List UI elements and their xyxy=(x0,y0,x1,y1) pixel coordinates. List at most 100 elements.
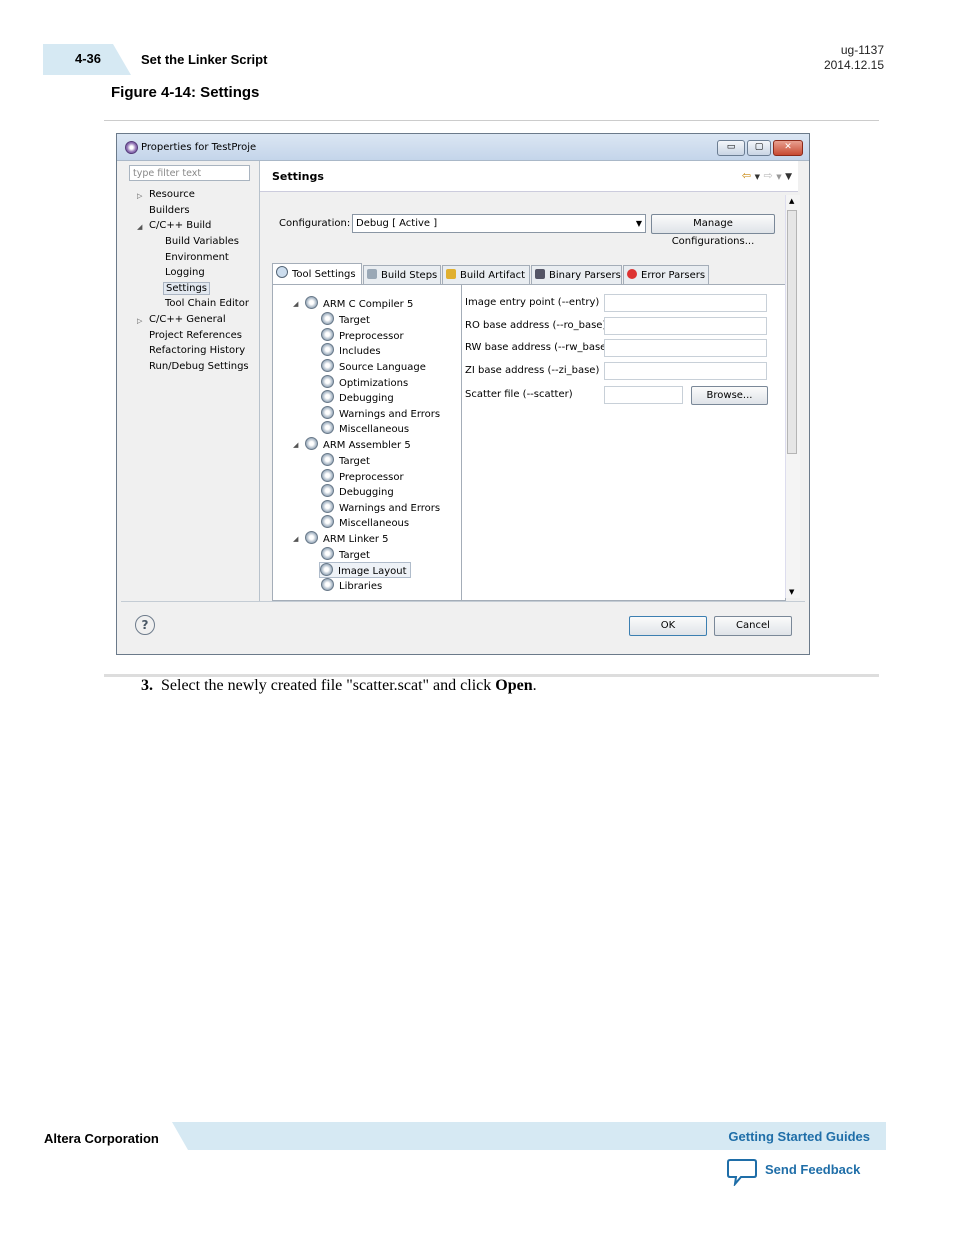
tree-item[interactable]: ARM C Compiler 5 xyxy=(305,296,413,310)
ro-base-input[interactable] xyxy=(604,317,767,335)
rw-base-input[interactable] xyxy=(604,339,767,357)
nav-item[interactable]: Builders xyxy=(149,205,190,216)
nav-item[interactable]: Project References xyxy=(149,330,242,341)
artifact-icon xyxy=(446,269,456,279)
tree-item[interactable]: Target xyxy=(321,453,370,467)
maximize-button[interactable]: ▢ xyxy=(747,140,771,156)
configuration-select[interactable]: Debug [ Active ] ▼ xyxy=(352,214,646,233)
tree-item[interactable]: ARM Assembler 5 xyxy=(305,437,411,451)
nav-item[interactable]: Environment xyxy=(165,252,229,263)
doc-info: ug-1137 2014.12.15 xyxy=(824,43,884,73)
tool-icon xyxy=(305,296,318,309)
feedback-bubble-icon[interactable] xyxy=(727,1158,757,1186)
nav-item[interactable]: Build Variables xyxy=(165,236,239,247)
option-icon xyxy=(321,515,334,528)
nav-item[interactable]: Logging xyxy=(165,267,205,278)
tree-item[interactable]: Source Language xyxy=(321,359,426,373)
tree-item[interactable]: ARM Linker 5 xyxy=(305,531,389,545)
option-icon xyxy=(321,484,334,497)
tab-binary-parsers[interactable]: Binary Parsers xyxy=(531,265,622,285)
scrollbar-thumb[interactable] xyxy=(787,210,797,454)
settings-header: Settings ⇦ ▼ ⇨ ▼ ▼ xyxy=(260,161,798,192)
tab-build-steps[interactable]: Build Steps xyxy=(363,265,441,285)
dialog-titlebar[interactable]: Properties for TestProje ▭ ▢ ✕ xyxy=(117,134,809,161)
dialog-title: Properties for TestProje xyxy=(141,142,257,153)
scatter-file-input[interactable] xyxy=(604,386,683,404)
collapse-arrow-icon[interactable]: ◢ xyxy=(137,223,142,231)
filter-input[interactable]: type filter text xyxy=(129,165,250,181)
tree-item[interactable]: Optimizations xyxy=(321,375,408,389)
browse-button[interactable]: Browse... xyxy=(691,386,768,405)
help-icon[interactable]: ? xyxy=(135,615,155,635)
hammer-icon xyxy=(367,269,377,279)
tree-item[interactable]: Target xyxy=(321,547,370,561)
option-icon xyxy=(321,421,334,434)
tool-icon xyxy=(305,531,318,544)
step-text-end: . xyxy=(532,677,537,694)
pane-divider[interactable] xyxy=(259,161,260,601)
tree-item[interactable]: Libraries xyxy=(321,578,382,592)
doc-date: 2014.12.15 xyxy=(823,58,884,72)
option-icon xyxy=(321,547,334,560)
minimize-button[interactable]: ▭ xyxy=(717,140,745,156)
back-arrow-icon[interactable]: ⇦ xyxy=(742,169,751,182)
tree-item[interactable]: Debugging xyxy=(321,390,394,404)
tree-item[interactable]: Miscellaneous xyxy=(321,421,409,435)
tree-item[interactable]: Preprocessor xyxy=(321,328,404,342)
option-icon xyxy=(321,375,334,388)
nav-item-selected[interactable]: Settings xyxy=(163,282,211,295)
option-icon xyxy=(321,390,334,403)
expand-arrow-icon[interactable]: ▷ xyxy=(137,317,142,325)
collapse-arrow-icon[interactable]: ◢ xyxy=(293,535,298,543)
option-icon xyxy=(321,406,334,419)
option-icon xyxy=(321,312,334,325)
getting-started-guides-link[interactable]: Getting Started Guides xyxy=(728,1129,870,1144)
nav-item[interactable]: Refactoring History xyxy=(149,345,245,356)
view-menu-icon[interactable]: ▼ xyxy=(785,172,792,182)
tool-settings-panel: ◢ ARM C Compiler 5 Target Preprocessor I… xyxy=(272,284,786,601)
field-label: Scatter file (--scatter) xyxy=(465,389,573,400)
properties-dialog: Properties for TestProje ▭ ▢ ✕ type filt… xyxy=(116,133,810,655)
field-label: Image entry point (--entry) xyxy=(465,297,600,308)
tool-icon xyxy=(305,437,318,450)
tree-item[interactable]: Includes xyxy=(321,343,381,357)
close-button[interactable]: ✕ xyxy=(773,140,803,156)
tree-item[interactable]: Miscellaneous xyxy=(321,515,409,529)
scroll-down-icon[interactable]: ▼ xyxy=(789,588,794,596)
chevron-down-icon[interactable]: ▼ xyxy=(776,173,781,181)
button-bar-divider xyxy=(121,601,805,602)
send-feedback-link[interactable]: Send Feedback xyxy=(765,1162,860,1177)
zi-base-input[interactable] xyxy=(604,362,767,380)
entry-point-input[interactable] xyxy=(604,294,767,312)
footer-company: Altera Corporation xyxy=(44,1131,159,1146)
option-icon xyxy=(321,359,334,372)
ok-button[interactable]: OK xyxy=(629,616,707,636)
chevron-down-icon[interactable]: ▼ xyxy=(755,173,760,181)
tab-build-artifact[interactable]: Build Artifact xyxy=(442,265,530,285)
configuration-label: Configuration: xyxy=(279,218,351,229)
scroll-up-icon[interactable]: ▲ xyxy=(789,197,794,205)
tree-item[interactable]: Warnings and Errors xyxy=(321,406,440,420)
nav-item[interactable]: C/C++ Build xyxy=(149,220,211,231)
manage-configurations-button[interactable]: Manage Configurations... xyxy=(651,214,775,247)
tree-item[interactable]: Debugging xyxy=(321,484,394,498)
nav-item[interactable]: Run/Debug Settings xyxy=(149,361,249,372)
tree-item[interactable]: Preprocessor xyxy=(321,469,404,483)
collapse-arrow-icon[interactable]: ◢ xyxy=(293,300,298,308)
collapse-arrow-icon[interactable]: ◢ xyxy=(293,441,298,449)
eclipse-icon xyxy=(125,141,138,154)
step-number: 3. xyxy=(141,677,153,694)
tab-error-parsers[interactable]: Error Parsers xyxy=(623,265,709,285)
cancel-button[interactable]: Cancel xyxy=(714,616,792,636)
option-icon xyxy=(320,563,333,576)
forward-arrow-icon[interactable]: ⇨ xyxy=(763,169,772,182)
tree-item-selected[interactable]: Image Layout xyxy=(319,562,411,578)
expand-arrow-icon[interactable]: ▷ xyxy=(137,192,142,200)
nav-item[interactable]: C/C++ General xyxy=(149,314,226,325)
tree-item[interactable]: Target xyxy=(321,312,370,326)
nav-item[interactable]: Resource xyxy=(149,189,195,200)
nav-item[interactable]: Tool Chain Editor xyxy=(165,298,249,309)
tab-tool-settings[interactable]: Tool Settings xyxy=(272,263,362,285)
option-icon xyxy=(321,469,334,482)
tree-item[interactable]: Warnings and Errors xyxy=(321,500,440,514)
